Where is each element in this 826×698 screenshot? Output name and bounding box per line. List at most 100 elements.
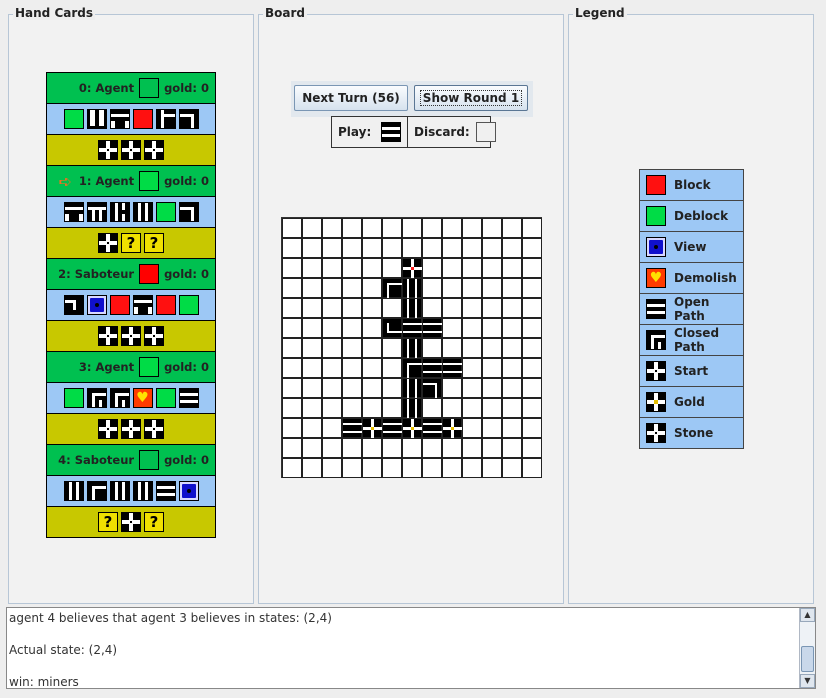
board-cell[interactable] xyxy=(402,278,422,299)
board-cell[interactable] xyxy=(462,438,482,458)
board-cell[interactable] xyxy=(382,338,402,358)
board-cell[interactable] xyxy=(382,378,402,398)
blue-card-icon[interactable] xyxy=(86,295,107,315)
green-card-icon[interactable] xyxy=(155,202,176,222)
board-cell[interactable] xyxy=(362,378,382,398)
board-cell[interactable] xyxy=(402,398,422,419)
board-cell[interactable] xyxy=(322,458,342,478)
board-cell[interactable] xyxy=(362,258,382,278)
board-cell[interactable] xyxy=(362,298,382,318)
board-cell[interactable] xyxy=(482,298,502,318)
green-legend-icon[interactable] xyxy=(646,206,666,226)
board-cell[interactable] xyxy=(282,338,302,358)
board-cell[interactable] xyxy=(342,398,362,418)
discard-card-tile[interactable] xyxy=(475,122,496,142)
board-cell[interactable] xyxy=(442,358,463,378)
board-cell[interactable] xyxy=(402,218,422,238)
board-cell[interactable] xyxy=(522,458,542,478)
board-cell[interactable] xyxy=(422,318,443,338)
scroll-thumb[interactable] xyxy=(801,646,814,672)
board-cell[interactable] xyxy=(322,278,342,298)
board-cell[interactable] xyxy=(402,298,422,319)
board-cell[interactable] xyxy=(342,278,362,298)
board-cell[interactable] xyxy=(482,218,502,238)
stone-icon[interactable] xyxy=(98,233,118,253)
board-cell[interactable] xyxy=(382,438,402,458)
board-cell[interactable] xyxy=(502,278,522,298)
board-cell[interactable] xyxy=(462,278,482,298)
board-cell[interactable] xyxy=(382,398,402,418)
board-cell[interactable] xyxy=(322,298,342,318)
board-cell[interactable] xyxy=(442,318,462,338)
board-cell[interactable] xyxy=(522,258,542,278)
board-cell[interactable] xyxy=(522,378,542,398)
board-cell[interactable] xyxy=(502,258,522,278)
board-cell[interactable] xyxy=(282,458,302,478)
board-cell[interactable] xyxy=(402,318,423,338)
green-card-icon[interactable] xyxy=(63,388,84,408)
board-cell[interactable] xyxy=(382,238,402,258)
board-cell[interactable] xyxy=(442,458,462,478)
board-cell[interactable] xyxy=(342,358,362,378)
stone-icon[interactable] xyxy=(121,419,141,439)
board-cell[interactable] xyxy=(482,338,502,358)
path-f-card-icon[interactable] xyxy=(109,202,130,222)
board-cell[interactable] xyxy=(482,258,502,278)
board-cell[interactable] xyxy=(422,278,442,298)
board-cell[interactable] xyxy=(402,418,423,439)
play-card-tile[interactable] xyxy=(381,122,402,142)
board-cell[interactable] xyxy=(302,458,322,478)
board-cell[interactable] xyxy=(522,278,542,298)
board-cell[interactable] xyxy=(282,298,302,318)
board-cell[interactable] xyxy=(502,338,522,358)
board-cell[interactable] xyxy=(522,318,542,338)
board-cell[interactable] xyxy=(442,278,462,298)
board-cell[interactable] xyxy=(522,298,542,318)
board-cell[interactable] xyxy=(522,418,542,438)
board-cell[interactable] xyxy=(462,218,482,238)
path-b-card-icon[interactable] xyxy=(132,295,153,315)
board-cell[interactable] xyxy=(282,378,302,398)
path-h-card-icon[interactable] xyxy=(63,295,84,315)
board-cell[interactable] xyxy=(362,338,382,358)
board-cell[interactable] xyxy=(522,438,542,458)
board-cell[interactable] xyxy=(422,438,442,458)
board-cell[interactable] xyxy=(282,278,302,298)
board-cell[interactable] xyxy=(282,438,302,458)
question-icon[interactable]: ? xyxy=(144,512,164,532)
board-cell[interactable] xyxy=(362,438,382,458)
board-cell[interactable] xyxy=(482,438,502,458)
board-cell[interactable] xyxy=(422,298,442,318)
board-cell[interactable] xyxy=(362,278,382,298)
board-cell[interactable] xyxy=(482,238,502,258)
path-g-card-icon[interactable] xyxy=(63,481,84,501)
board-cell[interactable] xyxy=(522,358,542,378)
board-cell[interactable] xyxy=(422,358,443,378)
board-cell[interactable] xyxy=(422,338,442,358)
board-cell[interactable] xyxy=(322,418,342,438)
board-cell[interactable] xyxy=(282,358,302,378)
board-cell[interactable] xyxy=(302,218,322,238)
board-cell[interactable] xyxy=(522,218,542,238)
board-grid[interactable] xyxy=(281,217,542,478)
board-cell[interactable] xyxy=(282,318,302,338)
board-cell[interactable] xyxy=(302,358,322,378)
board-cell[interactable] xyxy=(502,298,522,318)
path-a-card-icon[interactable] xyxy=(86,109,107,129)
board-cell[interactable] xyxy=(302,238,322,258)
board-cell[interactable] xyxy=(302,418,322,438)
board-cell[interactable] xyxy=(442,418,463,439)
board-cell[interactable] xyxy=(342,458,362,478)
path-d-card-icon[interactable] xyxy=(178,109,199,129)
board-cell[interactable] xyxy=(302,378,322,398)
question-icon[interactable]: ? xyxy=(98,512,118,532)
blue-card-icon[interactable] xyxy=(178,481,199,501)
board-cell[interactable] xyxy=(382,318,403,338)
board-cell[interactable] xyxy=(462,398,482,418)
board-cell[interactable] xyxy=(482,278,502,298)
stone-icon[interactable] xyxy=(121,140,141,160)
board-cell[interactable] xyxy=(462,358,482,378)
board-cell[interactable] xyxy=(442,218,462,238)
board-cell[interactable] xyxy=(302,258,322,278)
board-cell[interactable] xyxy=(302,318,322,338)
